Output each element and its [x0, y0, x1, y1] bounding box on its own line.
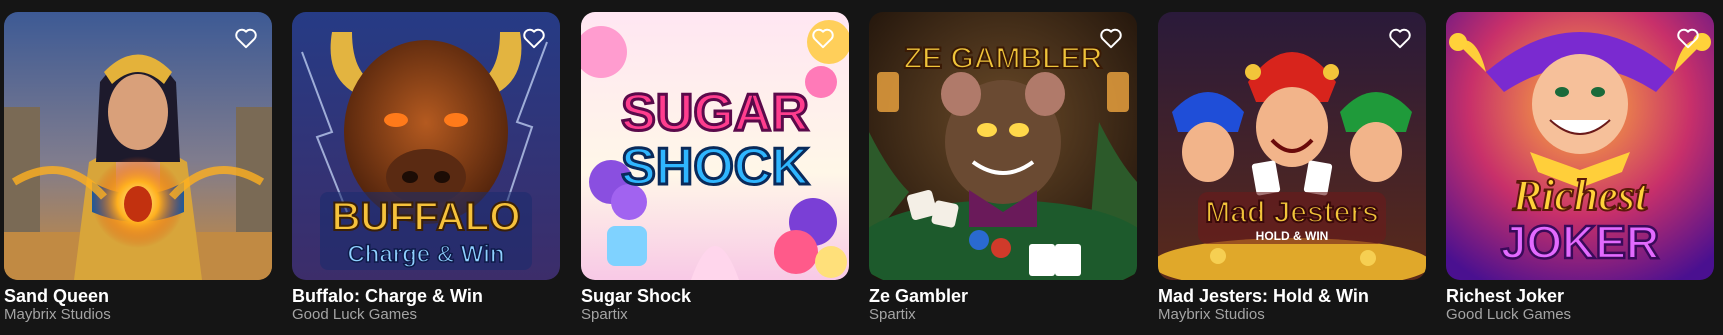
game-card-ze-gambler[interactable]: ZE GAMBLER Ze Gambler Spartix	[869, 0, 1139, 335]
logo-line: Mad Jesters	[1205, 196, 1378, 229]
game-title[interactable]: Buffalo: Charge & Win	[292, 286, 483, 307]
game-provider: Spartix	[869, 306, 916, 323]
game-provider: Good Luck Games	[292, 306, 418, 323]
game-thumbnail[interactable]	[4, 12, 272, 280]
heart-outline-icon	[523, 28, 545, 49]
game-card-sand-queen[interactable]: Sand Queen Maybrix Studios	[4, 0, 274, 335]
game-card-buffalo[interactable]: BUFFALO Charge & Win Buffalo: Charge & W…	[292, 0, 562, 335]
favorite-button[interactable]	[809, 24, 837, 52]
game-art-mad-jesters: Mad Jesters HOLD & WIN	[1158, 12, 1426, 280]
heart-outline-icon	[1677, 28, 1699, 49]
logo-line: SUGAR	[621, 84, 809, 142]
game-art-buffalo: BUFFALO Charge & Win	[292, 12, 560, 280]
game-provider: Maybrix Studios	[1158, 306, 1265, 323]
game-thumbnail[interactable]: Richest JOKER	[1446, 12, 1714, 280]
heart-outline-icon	[235, 28, 257, 49]
logo-line: BUFFALO	[332, 195, 521, 239]
game-art-sand-queen	[4, 12, 272, 280]
logo-line: SHOCK	[621, 138, 809, 196]
game-thumbnail[interactable]: ZE GAMBLER	[869, 12, 1137, 280]
favorite-button[interactable]	[1674, 24, 1702, 52]
favorite-button[interactable]	[232, 24, 260, 52]
heart-outline-icon	[812, 28, 834, 49]
game-art-ze-gambler: ZE GAMBLER	[869, 12, 1137, 280]
game-title[interactable]: Sugar Shock	[581, 286, 691, 307]
logo-line: ZE GAMBLER	[904, 42, 1103, 75]
game-provider: Good Luck Games	[1446, 306, 1572, 323]
game-thumbnail[interactable]: Mad Jesters HOLD & WIN	[1158, 12, 1426, 280]
logo-line: HOLD & WIN	[1256, 229, 1329, 243]
logo-line: JOKER	[1501, 216, 1659, 268]
game-card-mad-jesters[interactable]: Mad Jesters HOLD & WIN Mad Jesters: Hold…	[1158, 0, 1428, 335]
game-title[interactable]: Richest Joker	[1446, 286, 1564, 307]
heart-outline-icon	[1100, 28, 1122, 49]
game-title[interactable]: Mad Jesters: Hold & Win	[1158, 286, 1369, 307]
game-card-richest-joker[interactable]: Richest JOKER Richest Joker Good Luck Ga…	[1446, 0, 1716, 335]
game-grid-row: Sand Queen Maybrix Studios BUFFALO Charg…	[0, 0, 1723, 335]
game-thumbnail[interactable]: BUFFALO Charge & Win	[292, 12, 560, 280]
heart-outline-icon	[1389, 28, 1411, 49]
game-art-sugar-shock: SUGAR SHOCK	[581, 12, 849, 280]
game-art-richest-joker: Richest JOKER	[1446, 12, 1714, 280]
favorite-button[interactable]	[1386, 24, 1414, 52]
game-thumbnail[interactable]: SUGAR SHOCK	[581, 12, 849, 280]
favorite-button[interactable]	[520, 24, 548, 52]
game-title[interactable]: Sand Queen	[4, 286, 109, 307]
game-title[interactable]: Ze Gambler	[869, 286, 968, 307]
game-provider: Spartix	[581, 306, 628, 323]
logo-line: Richest	[1512, 171, 1649, 220]
game-provider: Maybrix Studios	[4, 306, 111, 323]
favorite-button[interactable]	[1097, 24, 1125, 52]
game-card-sugar-shock[interactable]: SUGAR SHOCK Sugar Shock Spartix	[581, 0, 851, 335]
logo-line: Charge & Win	[347, 241, 504, 268]
